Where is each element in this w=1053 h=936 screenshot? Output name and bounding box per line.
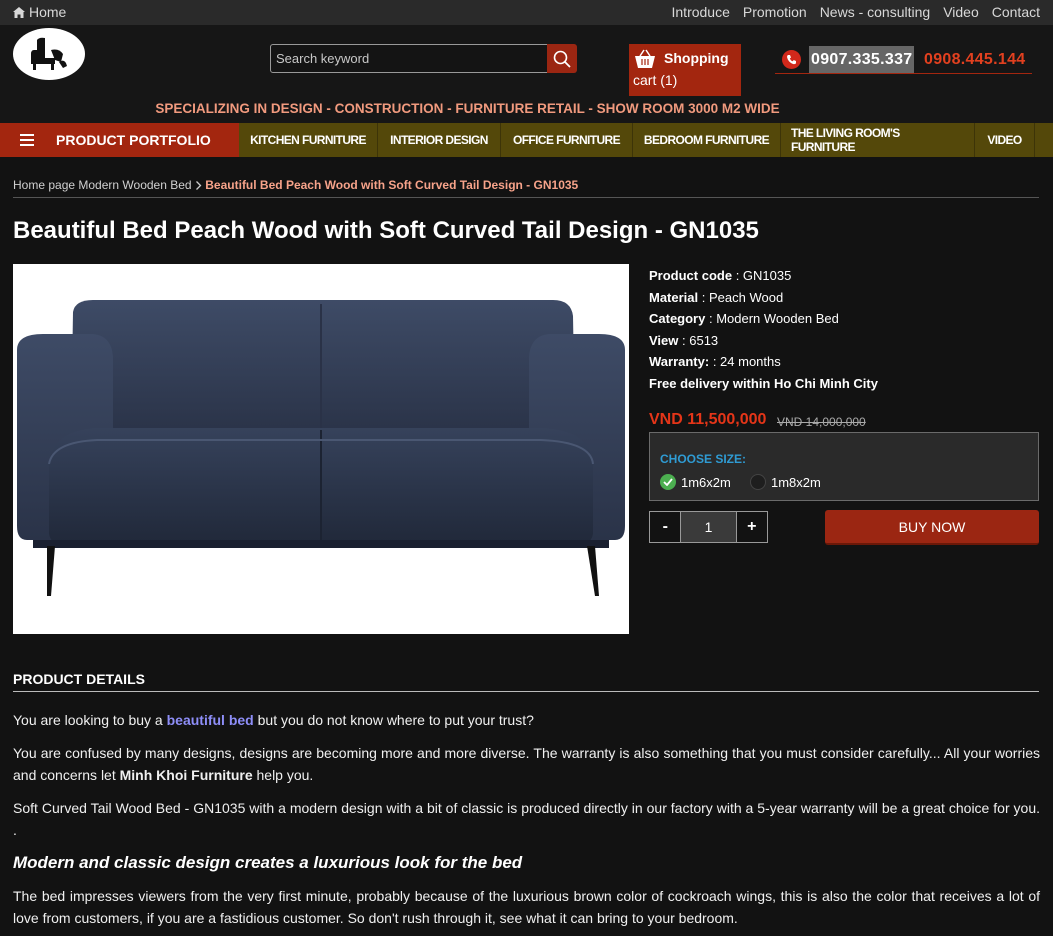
search-button[interactable] [547, 44, 577, 73]
product-portfolio-menu[interactable]: PRODUCT PORTFOLIO [0, 123, 239, 157]
cart-count: cart (1) [633, 72, 678, 88]
size-option-label: 1m6x2m [681, 474, 731, 490]
search-input[interactable] [270, 44, 548, 73]
top-link-introduce[interactable]: Introduce [672, 4, 730, 20]
armchair-logo-icon [31, 37, 67, 70]
increase-button[interactable]: + [735, 512, 767, 542]
nav-item-video[interactable]: VIDEO [975, 123, 1035, 157]
nav-item-kitchen[interactable]: KITCHEN FURNITURE [239, 123, 378, 157]
phone-icon [782, 50, 801, 69]
warranty-row: Warranty: : 24 months [649, 354, 781, 370]
slogan: SPECIALIZING IN DESIGN - CONSTRUCTION - … [155, 101, 780, 116]
logo[interactable] [13, 28, 85, 80]
header: Shopping cart (1) 0907.335.337 0908.445.… [0, 25, 1053, 123]
top-links: Introduce Promotion News - consulting Vi… [672, 4, 1041, 20]
hamburger-icon [20, 134, 34, 146]
breadcrumb-category[interactable]: Modern Wooden Bed [78, 178, 191, 192]
details-paragraph-1: You are looking to buy a beautiful bed b… [13, 712, 534, 728]
details-heading: PRODUCT DETAILS [13, 671, 1039, 692]
basket-icon [635, 49, 655, 68]
top-bar: Home Introduce Promotion News - consulti… [0, 0, 1053, 25]
delivery-note: Free delivery within Ho Chi Minh City [649, 375, 878, 391]
details-paragraph-2: You are confused by many designs, design… [13, 745, 1040, 783]
material-row: Material : Peach Wood [649, 289, 784, 305]
quantity-stepper: - 1 + [649, 511, 768, 543]
quantity-input[interactable]: 1 [681, 512, 736, 542]
category-link[interactable]: Modern Wooden Bed [716, 311, 839, 326]
phone-number-secondary[interactable]: 0908.445.144 [924, 46, 1025, 73]
view-row: View : 6513 [649, 332, 719, 348]
home-label[interactable]: Home [29, 4, 66, 20]
breadcrumb-current: Beautiful Bed Peach Wood with Soft Curve… [205, 178, 579, 192]
main-nav: PRODUCT PORTFOLIO KITCHEN FURNITURE INTE… [0, 123, 1053, 157]
current-price: VND 11,500,000 [649, 411, 767, 428]
nav-item-interior[interactable]: INTERIOR DESIGN [378, 123, 501, 157]
chevron-right-icon [195, 181, 202, 190]
breadcrumb: Home page Modern Wooden Bed Beautiful Be… [13, 178, 1039, 198]
search-box [270, 44, 577, 73]
top-link-contact[interactable]: Contact [992, 4, 1040, 20]
top-link-video[interactable]: Video [943, 4, 979, 20]
top-link-news[interactable]: News - consulting [820, 4, 931, 20]
cart-label: Shopping [664, 50, 729, 66]
home-icon [13, 6, 25, 18]
buy-now-button[interactable]: BUY NOW [825, 510, 1039, 545]
search-icon [553, 50, 571, 68]
nav-item-office[interactable]: OFFICE FURNITURE [501, 123, 633, 157]
old-price: VND 14,000,000 [777, 415, 866, 429]
beautiful-bed-link[interactable]: beautiful bed [167, 712, 254, 728]
shopping-cart-button[interactable]: Shopping cart (1) [629, 44, 741, 96]
details-subheading: Modern and classic design creates a luxu… [13, 853, 523, 872]
product-image[interactable] [13, 264, 629, 634]
size-option-1m8x2m[interactable]: 1m8x2m [750, 474, 821, 490]
breadcrumb-home[interactable]: Home page [13, 178, 75, 192]
size-selector: CHOOSE SIZE: 1m6x2m 1m8x2m [649, 432, 1039, 501]
hotline: 0907.335.337 0908.445.144 [775, 46, 1032, 74]
radio-icon[interactable] [750, 474, 766, 490]
category-row: Category : Modern Wooden Bed [649, 311, 839, 327]
decrease-button[interactable]: - [650, 512, 682, 542]
size-option-label: 1m8x2m [771, 474, 821, 490]
product-code-row: Product code : GN1035 [649, 268, 792, 283]
details-paragraph-3: Soft Curved Tail Wood Bed - GN1035 with … [13, 800, 1040, 838]
nav-item-bedroom[interactable]: BEDROOM FURNITURE [633, 123, 781, 157]
nav-item-living-room[interactable]: THE LIVING ROOM'S FURNITURE [781, 123, 975, 157]
details-paragraph-4: The bed impresses viewers from the very … [13, 888, 1040, 926]
check-icon[interactable] [660, 474, 676, 490]
page-title: Beautiful Bed Peach Wood with Soft Curve… [13, 217, 759, 244]
portfolio-label: PRODUCT PORTFOLIO [56, 132, 211, 148]
size-label: CHOOSE SIZE: [660, 452, 747, 466]
product-info: Product code : GN1035 Material : Peach W… [649, 265, 1039, 395]
size-option-1m6x2m[interactable]: 1m6x2m [660, 474, 731, 490]
phone-number-primary[interactable]: 0907.335.337 [809, 46, 914, 73]
top-link-promotion[interactable]: Promotion [743, 4, 807, 20]
home-link[interactable]: Home [13, 4, 66, 20]
sofa-image [17, 300, 625, 596]
